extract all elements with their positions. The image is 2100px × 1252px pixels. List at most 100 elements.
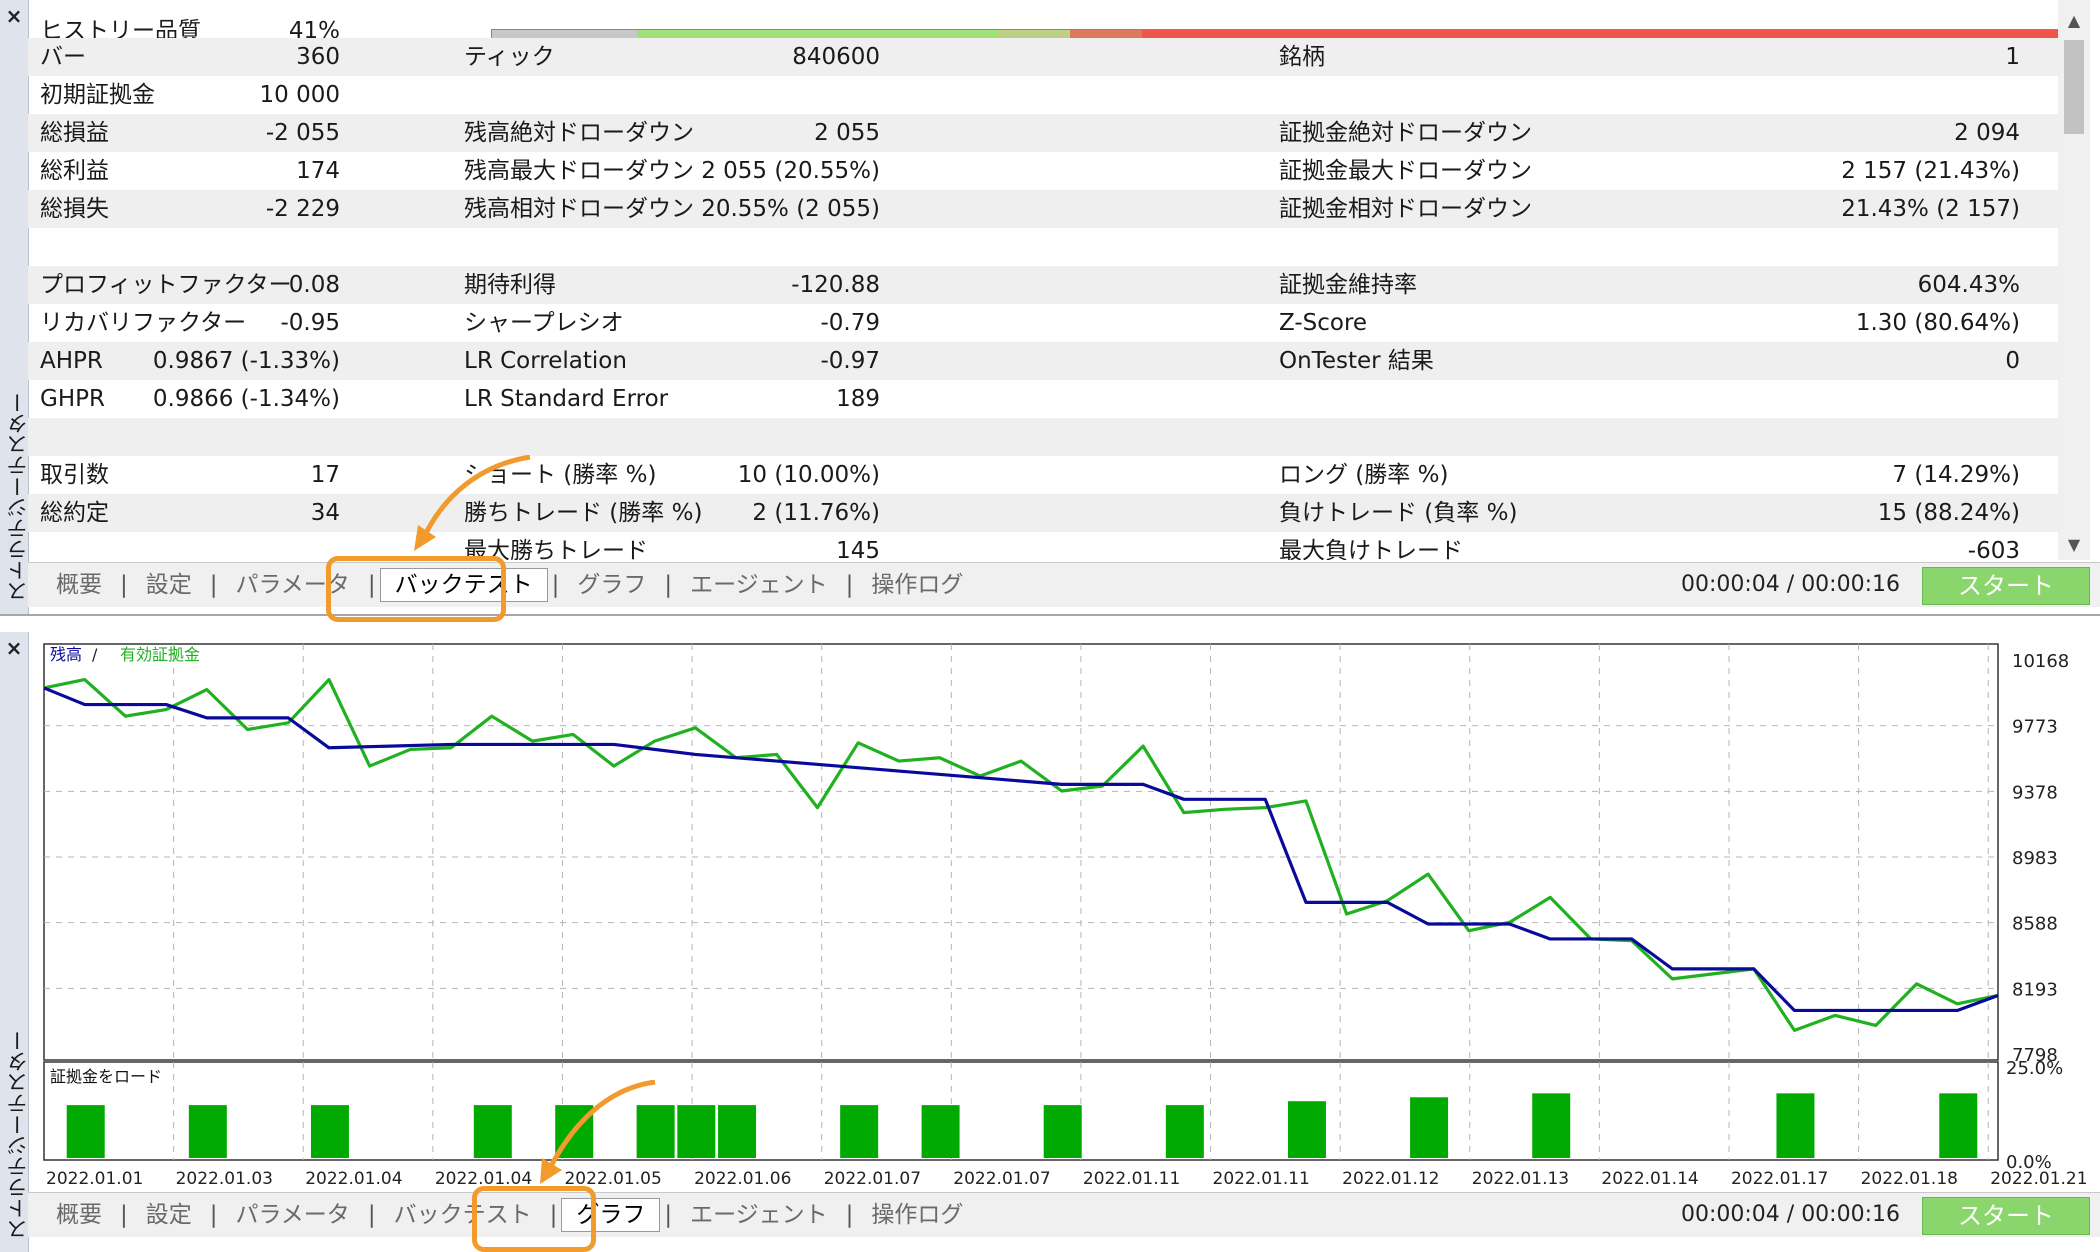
- chart-area: 10168 9773 9378 8983 8588 8193 7798 2022.01.01 2…: [28, 632, 2100, 1192]
- report-row: バー 360 ティック 840600 銘柄 1: [28, 38, 2058, 76]
- load-bar: [921, 1105, 960, 1158]
- metric-value: 145: [836, 538, 880, 560]
- y-tick-label: 10168: [2012, 651, 2069, 672]
- y-tick-label: 9773: [2012, 717, 2058, 738]
- side-strip: × ストラテジーテスター: [0, 0, 30, 614]
- metric-value: -2 229: [265, 196, 340, 222]
- tab-separator: |: [664, 1202, 673, 1228]
- x-tick-label: 2022.01.12: [1342, 1169, 1439, 1189]
- metric-value: 34: [310, 500, 340, 526]
- report-scrollbar[interactable]: ▲ ▼: [2058, 0, 2090, 560]
- metric-label: ティック: [464, 44, 555, 70]
- metric-label: ロング (勝率 %): [1279, 462, 1449, 488]
- x-tick-label: 2022.01.11: [1213, 1169, 1310, 1189]
- y-tick-label: 8193: [2012, 979, 2058, 1000]
- x-tick-label: 2022.01.18: [1861, 1169, 1958, 1189]
- tab-separator: |: [209, 1202, 218, 1228]
- metric-label: LR Standard Error: [464, 386, 669, 412]
- metric-value: 360: [296, 44, 340, 70]
- load-bar: [1532, 1093, 1571, 1158]
- metric-value: -603: [1967, 538, 2020, 560]
- report-row: 取引数 17 ショート (勝率 %) 10 (10.00%) ロング (勝率 %) 7 (…: [28, 456, 2058, 494]
- metric-value: 2 094: [1954, 120, 2020, 146]
- metric-label: OnTester 結果: [1279, 348, 1434, 374]
- tab-1[interactable]: 概要: [42, 563, 116, 607]
- tab-5[interactable]: グラフ: [563, 563, 660, 607]
- metric-value: 7 (14.29%): [1892, 462, 2020, 488]
- metric-label: 証拠金維持率: [1279, 272, 1417, 298]
- load-bar: [1043, 1105, 1082, 1158]
- tab-6[interactable]: エージェント: [676, 563, 842, 607]
- metric-value: 2 055: [814, 120, 880, 146]
- tab-7[interactable]: 操作ログ: [857, 563, 977, 607]
- report-row: 初期証拠金 10 000: [28, 76, 2058, 114]
- metric-label: 残高最大ドローダウン: [464, 158, 694, 184]
- close-icon[interactable]: ×: [0, 636, 28, 660]
- metric-value: 604.43%: [1917, 272, 2020, 298]
- highlight-frame: [472, 1186, 596, 1252]
- metric-value: 15 (88.24%): [1877, 500, 2020, 526]
- tab-6[interactable]: エージェント: [676, 1193, 842, 1237]
- metric-label: シャープレシオ: [464, 310, 624, 336]
- timer: 00:00:04 / 00:00:16: [1680, 1202, 1900, 1227]
- load-bar: [473, 1105, 512, 1158]
- report-row: [28, 228, 2058, 266]
- tab-separator: |: [845, 1202, 854, 1228]
- legend-separator: /: [92, 645, 98, 664]
- x-tick-label: 2022.01.14: [1601, 1169, 1698, 1189]
- metric-label: リカバリファクター: [40, 310, 247, 336]
- load-bar: [1776, 1093, 1815, 1158]
- report-row: 総約定 34 勝ちトレード (勝率 %) 2 (11.76%) 負けトレード (負率 %…: [28, 494, 2058, 532]
- metric-label: 総損失: [40, 196, 109, 222]
- x-tick-label: 2022.01.13: [1472, 1169, 1569, 1189]
- metric-value: 2 055 (20.55%): [701, 158, 880, 184]
- x-tick-label: 2022.01.07: [953, 1169, 1050, 1189]
- metric-value: 10 (10.00%): [737, 462, 880, 488]
- start-button[interactable]: スタート: [1922, 1197, 2090, 1235]
- metric-label: 最大負けトレード: [1279, 538, 1463, 560]
- metric-value: -120.88: [791, 272, 880, 298]
- metric-value: 10 000: [259, 82, 340, 108]
- report-row: 総利益 174 残高最大ドローダウン 2 055 (20.55%) 証拠金最大ドローダウ…: [28, 152, 2058, 190]
- main-plot-frame: [43, 643, 1999, 1061]
- metric-value: 0.08: [288, 272, 340, 298]
- load-bar: [1939, 1093, 1978, 1158]
- tab-3[interactable]: パラメータ: [222, 1193, 364, 1237]
- tab-7[interactable]: 操作ログ: [857, 1193, 977, 1237]
- report-row: [28, 418, 2058, 456]
- tab-separator: |: [120, 572, 128, 598]
- scroll-up-icon[interactable]: ▲: [2058, 6, 2090, 36]
- load-bar: [1410, 1097, 1449, 1158]
- tab-separator: |: [120, 1202, 128, 1228]
- sub-y-tick-label: 0.0%: [2006, 1152, 2052, 1173]
- scroll-thumb[interactable]: [2064, 40, 2084, 134]
- metric-label: Z-Score: [1279, 310, 1368, 336]
- metric-value: 189: [836, 386, 880, 412]
- metric-label: バー: [40, 44, 86, 70]
- metric-value: -0.95: [280, 310, 340, 336]
- y-tick-label: 9378: [2012, 782, 2058, 803]
- metric-value: 0.9866 (-1.34%): [152, 386, 340, 412]
- legend-balance: 残高: [50, 645, 82, 664]
- pointer-arrow: [540, 1080, 656, 1184]
- side-strip: × ストラテジーテスター: [0, 632, 30, 1252]
- tab-1[interactable]: 概要: [42, 1193, 116, 1237]
- x-tick-label: 2022.01.06: [694, 1169, 791, 1189]
- scroll-down-icon[interactable]: ▼: [2058, 530, 2090, 560]
- tab-separator: |: [664, 572, 673, 598]
- x-tick-label: 2022.01.03: [176, 1169, 273, 1189]
- metric-value: 17: [310, 462, 340, 488]
- tab-2[interactable]: 設定: [132, 563, 206, 607]
- metric-label: 残高相対ドローダウン: [464, 196, 694, 222]
- balance-equity-chart: 101689773937889838588819377982022.01.01 2…: [43, 643, 2088, 1189]
- metric-label: プロフィットファクター: [40, 272, 292, 298]
- x-tick-label: 2022.01.17: [1731, 1169, 1828, 1189]
- tab-2[interactable]: 設定: [132, 1193, 206, 1237]
- metric-label: 総約定: [40, 500, 109, 526]
- metric-label: 総損益: [40, 120, 109, 146]
- start-button[interactable]: スタート: [1922, 567, 2090, 605]
- tab-separator: |: [551, 572, 560, 598]
- close-icon[interactable]: ×: [0, 4, 28, 28]
- load-bar: [188, 1105, 227, 1158]
- metric-value: 840600: [792, 44, 880, 70]
